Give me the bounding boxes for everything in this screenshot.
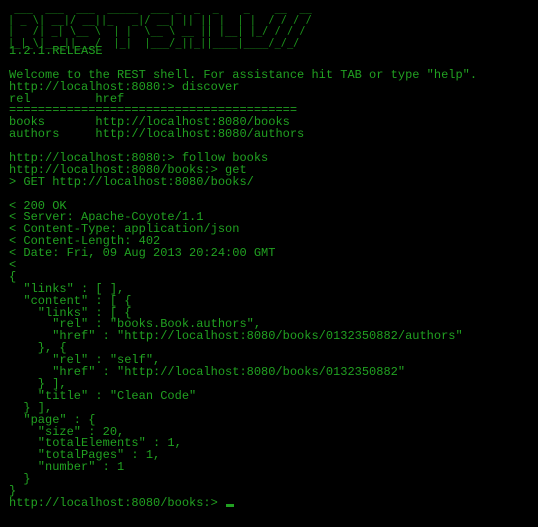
command-prompt-line[interactable]: http://localhost:8080/books:> — [9, 495, 477, 510]
terminal-line: "title" : "Clean Code" — [9, 388, 197, 403]
banner-ascii-art: ___ ___ ___ _____ ___ _ _ _ _ __ __ | _ … — [8, 2, 312, 49]
terminal-line: "number" : 1 — [9, 460, 125, 475]
command-prompt: http://localhost:8080/books:> — [9, 495, 226, 510]
terminal-line: > GET http://localhost:8080/books/ — [9, 174, 254, 189]
terminal-window[interactable]: ___ ___ ___ _____ ___ _ _ _ _ __ __ | _ … — [0, 0, 538, 527]
terminal-line: < — [9, 258, 17, 273]
terminal-line: authors http://localhost:8080/authors — [9, 127, 305, 142]
terminal-line: "href" : "http://localhost:8080/books/01… — [9, 329, 463, 344]
terminal-line: 1.2.1.RELEASE — [9, 44, 103, 58]
terminal-output: 1.2.1.RELEASE Welcome to the REST shell. … — [9, 44, 477, 510]
terminal-line: < Date: Fri, 09 Aug 2013 20:24:00 GMT — [9, 246, 276, 261]
text-cursor — [226, 503, 235, 507]
terminal-line: } — [9, 472, 31, 487]
terminal-line: "href" : "http://localhost:8080/books/01… — [9, 365, 406, 380]
